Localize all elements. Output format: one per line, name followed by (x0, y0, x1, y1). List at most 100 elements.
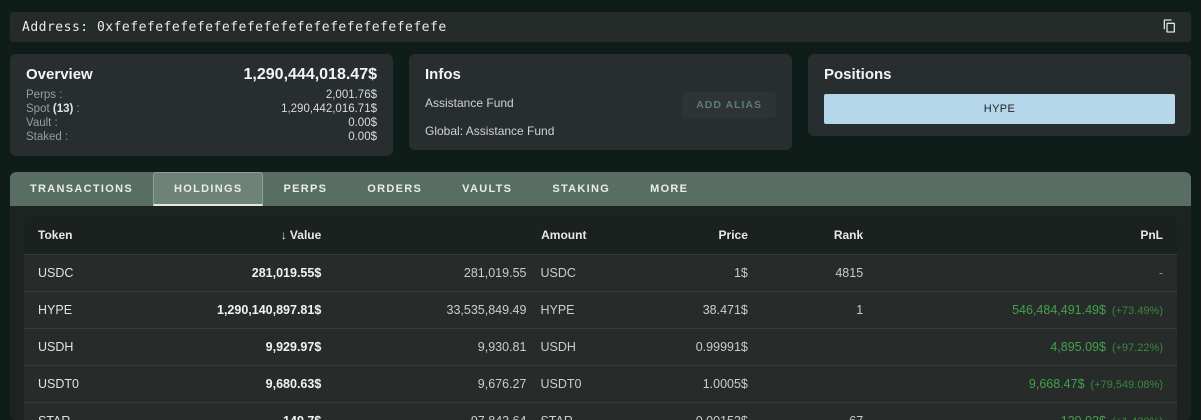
overview-row-value: 2,001.76$ (326, 88, 377, 102)
pnl-value: 9,668.47$ (1029, 377, 1085, 391)
table-row[interactable]: USDC 281,019.55$ 281,019.55USDC 1$ 4815 … (24, 254, 1177, 291)
pnl-value: 4,895.09$ (1050, 340, 1106, 354)
add-alias-button[interactable]: ADD ALIAS (682, 92, 776, 118)
overview-total-value: 1,290,444,018.47$ (244, 66, 377, 84)
amount-cell: 281,019.55USDC (335, 254, 600, 291)
value-cell: 9,680.63$ (174, 365, 335, 402)
value-cell: 149.7$ (174, 402, 335, 420)
price-cell: 1.0005$ (600, 365, 761, 402)
amount-ticker: USDT0 (540, 377, 586, 391)
pnl-cell: 139.92$(+1,430%) (877, 402, 1177, 420)
column-header-rank[interactable]: Rank (762, 216, 877, 254)
pnl-value: 546,484,491.49$ (1012, 303, 1106, 317)
infos-body: Assistance Fund Global: Assistance Fund … (425, 96, 776, 138)
overview-row-value: 0.00$ (348, 130, 377, 144)
column-header-amount[interactable]: Amount (335, 216, 600, 254)
table-row[interactable]: USDH 9,929.97$ 9,930.81USDH 0.99991$ 4,8… (24, 328, 1177, 365)
tab-holdings[interactable]: HOLDINGS (153, 172, 263, 206)
tab-orders[interactable]: ORDERS (347, 172, 442, 206)
amount-number: 97,843.64 (471, 414, 527, 420)
copy-address-button[interactable] (1159, 15, 1179, 40)
rank-cell: 1 (762, 291, 877, 328)
amount-ticker: USDH (540, 340, 586, 354)
overview-row-staked: Staked : 0.00$ (26, 130, 377, 144)
amount-ticker: STAR (540, 414, 586, 420)
token-cell: USDC (24, 254, 174, 291)
pnl-cell: 9,668.47$(+79,549.08%) (877, 365, 1177, 402)
amount-cell: 97,843.64 STAR (335, 402, 600, 420)
rank-cell (762, 328, 877, 365)
positions-card: Positions HYPE (808, 54, 1191, 136)
rank-cell (762, 365, 877, 402)
column-header-value[interactable]: ↓Value (174, 216, 335, 254)
pnl-percent: (+1,430%) (1112, 416, 1163, 420)
overview-card-header: Overview 1,290,444,018.47$ (26, 64, 377, 86)
overview-rows: Perps : 2,001.76$ Spot (13) : 1,290,442,… (26, 88, 377, 144)
positions-card-header: Positions (824, 64, 1175, 86)
token-cell: USDT0 (24, 365, 174, 402)
column-label: Value (290, 228, 321, 242)
pnl-cell: 4,895.09$ (+97.22%) (877, 328, 1177, 365)
spot-count: (13) (50, 103, 74, 115)
tab-perps[interactable]: PERPS (263, 172, 347, 206)
copy-icon (1161, 17, 1177, 38)
infos-card: Infos Assistance Fund Global: Assistance… (409, 54, 792, 150)
column-header-pnl[interactable]: PnL (877, 216, 1177, 254)
main-section: TRANSACTIONS HOLDINGS PERPS ORDERS VAULT… (10, 172, 1191, 420)
positions-title: Positions (824, 64, 892, 86)
global-alias: Global: Assistance Fund (425, 124, 776, 138)
overview-card: Overview 1,290,444,018.47$ Perps : 2,001… (10, 54, 393, 156)
price-cell: 0.99991$ (600, 328, 761, 365)
table-row[interactable]: USDT0 9,680.63$ 9,676.27USDT0 1.0005$ 9,… (24, 365, 1177, 402)
pnl-cell: 546,484,491.49$ (+73.49%) (877, 291, 1177, 328)
amount-ticker: USDC (540, 266, 586, 280)
holdings-table-container: Token ↓Value Amount Price Rank PnL USDC … (24, 216, 1177, 420)
overview-row-value: 1,290,442,016.71$ (281, 102, 377, 116)
overview-row-perps: Perps : 2,001.76$ (26, 88, 377, 102)
infos-title: Infos (425, 64, 461, 86)
holdings-table: Token ↓Value Amount Price Rank PnL USDC … (24, 216, 1177, 420)
table-row[interactable]: HYPE 1,290,140,897.81$ 33,535,849.49 HYPE… (24, 291, 1177, 328)
amount-cell: 9,676.27USDT0 (335, 365, 600, 402)
column-header-price[interactable]: Price (600, 216, 761, 254)
page: Address: 0xfefefefefefefefefefefefefefef… (0, 0, 1201, 420)
pnl-percent: (+97.22%) (1112, 342, 1163, 354)
tab-staking[interactable]: STAKING (532, 172, 630, 206)
amount-ticker: HYPE (540, 303, 586, 317)
value-cell: 281,019.55$ (174, 254, 335, 291)
pnl-cell: - (877, 254, 1177, 291)
overview-row-label: Spot (13) : (26, 102, 80, 116)
token-cell: HYPE (24, 291, 174, 328)
overview-title: Overview (26, 64, 93, 86)
token-cell: STAR (24, 402, 174, 420)
token-cell: USDH (24, 328, 174, 365)
value-cell: 1,290,140,897.81$ (174, 291, 335, 328)
tab-transactions[interactable]: TRANSACTIONS (10, 172, 153, 206)
position-hype-button[interactable]: HYPE (824, 94, 1175, 124)
price-cell: 1$ (600, 254, 761, 291)
overview-row-label: Staked : (26, 130, 68, 144)
overview-row-value: 0.00$ (348, 116, 377, 130)
summary-cards-row: Overview 1,290,444,018.47$ Perps : 2,001… (10, 54, 1191, 156)
amount-number: 33,535,849.49 (447, 303, 527, 317)
overview-row-label: Vault : (26, 116, 58, 130)
price-cell: 38.471$ (600, 291, 761, 328)
tab-bar: TRANSACTIONS HOLDINGS PERPS ORDERS VAULT… (10, 172, 1191, 206)
pnl-percent: (+73.49%) (1112, 305, 1163, 317)
overview-row-spot: Spot (13) : 1,290,442,016.71$ (26, 102, 377, 116)
address-bar: Address: 0xfefefefefefefefefefefefefefef… (10, 12, 1191, 42)
sort-descending-icon: ↓ (281, 228, 287, 242)
rank-cell: 67 (762, 402, 877, 420)
pnl-value: - (1159, 266, 1163, 280)
infos-card-header: Infos (425, 64, 776, 86)
rank-cell: 4815 (762, 254, 877, 291)
tab-more[interactable]: MORE (630, 172, 708, 206)
price-cell: 0.00153$ (600, 402, 761, 420)
column-header-token[interactable]: Token (24, 216, 174, 254)
overview-row-label: Perps : (26, 88, 62, 102)
amount-cell: 9,930.81 USDH (335, 328, 600, 365)
table-row[interactable]: STAR 149.7$ 97,843.64 STAR 0.00153$ 67 13… (24, 402, 1177, 420)
tab-vaults[interactable]: VAULTS (442, 172, 532, 206)
table-header-row: Token ↓Value Amount Price Rank PnL (24, 216, 1177, 254)
amount-number: 9,930.81 (478, 340, 527, 354)
